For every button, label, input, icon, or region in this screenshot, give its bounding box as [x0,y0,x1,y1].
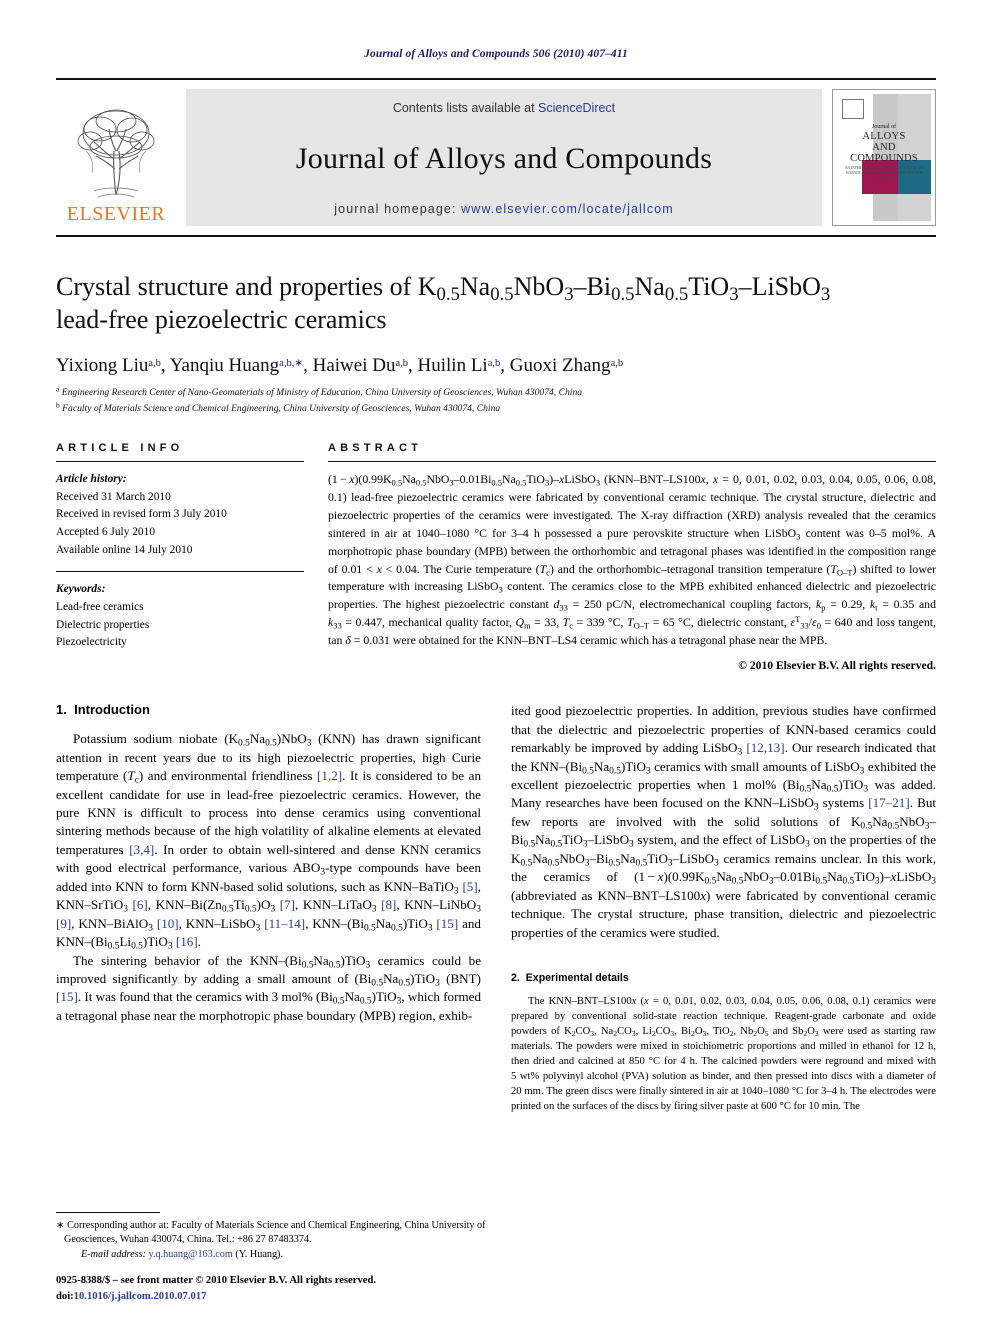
affiliation-a-text: Engineering Research Center of Nano-Geom… [61,387,583,399]
cover-line-4: AN INTERNATIONAL JOURNAL OF MATERIALS SC… [844,165,924,180]
body-column-right: ited good piezoelectric properties. In a… [511,702,936,1114]
journal-masthead: ELSEVIER Contents lists available at Sci… [56,78,936,237]
homepage-prefix: journal homepage: [334,202,462,216]
body-column-left: 1. Introduction Potassium sodium niobate… [56,702,481,1114]
email-label: E-mail address: [81,1249,146,1261]
citation-link[interactable]: [9] [56,916,71,931]
citation-link[interactable]: [5] [462,879,477,894]
section-heading-experimental: 2. Experimental details [511,972,936,984]
article-history: Article history: Received 31 March 2010 … [56,471,304,559]
journal-homepage-line: journal homepage: www.elsevier.com/locat… [334,202,673,216]
section-number: 1. [56,702,67,718]
citation-link[interactable]: [8] [381,897,396,912]
doi-link[interactable]: 10.1016/j.jallcom.2010.07.017 [74,1291,207,1302]
issn-copyright-line: 0925-8388/$ – see front matter © 2010 El… [56,1275,376,1287]
page-title: Crystal structure and properties of K0.5… [56,272,831,334]
keywords-label: Keywords: [56,583,106,596]
citation-link[interactable]: [6] [133,897,148,912]
citation-link[interactable]: [3,4] [129,842,154,857]
section-label: Experimental details [525,972,629,985]
journal-homepage-link[interactable]: www.elsevier.com/locate/jallcom [461,202,674,216]
footnote-lead: Corresponding author at: Faculty of Mate… [64,1219,486,1246]
article-info-column: ARTICLE INFO Article history: Received 3… [56,442,304,672]
affiliation-b: b Faculty of Materials Science and Chemi… [56,399,501,414]
history-item: Received in revised form 3 July 2010 [56,508,227,521]
history-item: Accepted 6 July 2010 [56,525,156,538]
doi-line: doi:10.1016/j.jallcom.2010.07.017 [56,1289,526,1305]
keyword-item: Piezoelectricity [56,636,127,649]
article-history-label: Article history: [56,472,127,485]
cover-line-3: AND COMPOUNDS [850,141,918,164]
email-suffix: (Y. Huang). [235,1249,283,1261]
abstract-column: ABSTRACT (1 − x)(0.99K0.5Na0.5NbO3–0.01B… [328,442,936,672]
keyword-item: Dielectric properties [56,618,150,631]
page-footer: 0925-8388/$ – see front matter © 2010 El… [56,1273,526,1305]
paper-page: Journal of Alloys and Compounds 506 (201… [0,0,992,1323]
experimental-paragraph-1: The KNN–BNT–LS100x (x = 0, 0.01, 0.02, 0… [511,996,937,1113]
section-heading-introduction: 1. Introduction [56,702,481,717]
author-email-link[interactable]: y.q.huang@163.com [149,1249,233,1260]
running-head: Journal of Alloys and Compounds 506 (201… [364,48,628,60]
citation-link[interactable]: [16] [176,934,198,949]
cover-elsevier-mark [841,99,865,119]
intro-paragraph-2: The sintering behavior of the KNN–(Bi0.5… [56,952,482,1023]
section-label: Introduction [74,702,150,718]
author-list: Yixiong Liua,b, Yanqiu Huanga,b,∗, Haiwe… [56,354,624,376]
journal-cover-thumbnail: Journal of ALLOYS AND COMPOUNDS AN INTER… [832,89,936,226]
citation-link[interactable]: [17–21] [868,795,909,810]
contents-prefix: Contents lists available at [392,101,539,115]
citation-link[interactable]: [10] [157,916,179,931]
contents-list-line: Contents lists available at ScienceDirec… [393,101,615,115]
corresponding-author-footnote: ∗ Corresponding author at: Faculty of Ma… [56,1211,486,1263]
cover-line-2: ALLOYS [862,130,906,142]
history-item: Received 31 March 2010 [56,490,171,503]
citation-link[interactable]: [12,13] [746,740,784,755]
title-block: Crystal structure and properties of K0.5… [56,271,936,416]
citation-link[interactable]: [11–14] [264,916,305,931]
info-abstract-region: ARTICLE INFO Article history: Received 3… [56,442,936,672]
article-info-heading: ARTICLE INFO [56,441,184,454]
sciencedirect-banner: Contents lists available at ScienceDirec… [186,89,822,226]
elsevier-wordmark: ELSEVIER [66,203,166,225]
abstract-copyright: © 2010 Elsevier B.V. All rights reserved… [738,659,936,673]
elsevier-tree-icon [64,99,168,203]
section-number: 2. [511,972,520,985]
intro-paragraph-1: Potassium sodium niobate (K0.5Na0.5)NbO3… [56,731,482,952]
history-item: Available online 14 July 2010 [56,543,193,556]
citation-link[interactable]: [1,2] [317,768,342,783]
abstract-text: (1 − x)(0.99K0.5Na0.5NbO3–0.01Bi0.5Na0.5… [328,471,937,648]
affiliation-a: a Engineering Research Center of Nano-Ge… [56,384,583,399]
body-columns: 1. Introduction Potassium sodium niobate… [56,702,936,1114]
footnote-text: ∗ Corresponding author at: Faculty of Ma… [56,1219,486,1263]
citation-link[interactable]: [15] [56,989,78,1004]
abstract-heading: ABSTRACT [328,441,423,454]
doi-label: doi: [56,1291,74,1303]
sciencedirect-link[interactable]: ScienceDirect [538,101,615,115]
elsevier-logo: ELSEVIER [56,89,176,226]
citation-link[interactable]: [15] [436,916,458,931]
footnote-star: ∗ [56,1219,65,1231]
citation-link[interactable]: [7] [280,897,295,912]
affiliation-b-text: Faculty of Materials Science and Chemica… [62,402,501,414]
keyword-item: Lead-free ceramics [56,600,144,613]
journal-title: Journal of Alloys and Compounds [295,141,713,175]
intro-paragraph-2-continued: ited good piezoelectric properties. In a… [511,703,937,940]
keywords-block: Keywords: Lead-free ceramics Dielectric … [56,581,304,652]
